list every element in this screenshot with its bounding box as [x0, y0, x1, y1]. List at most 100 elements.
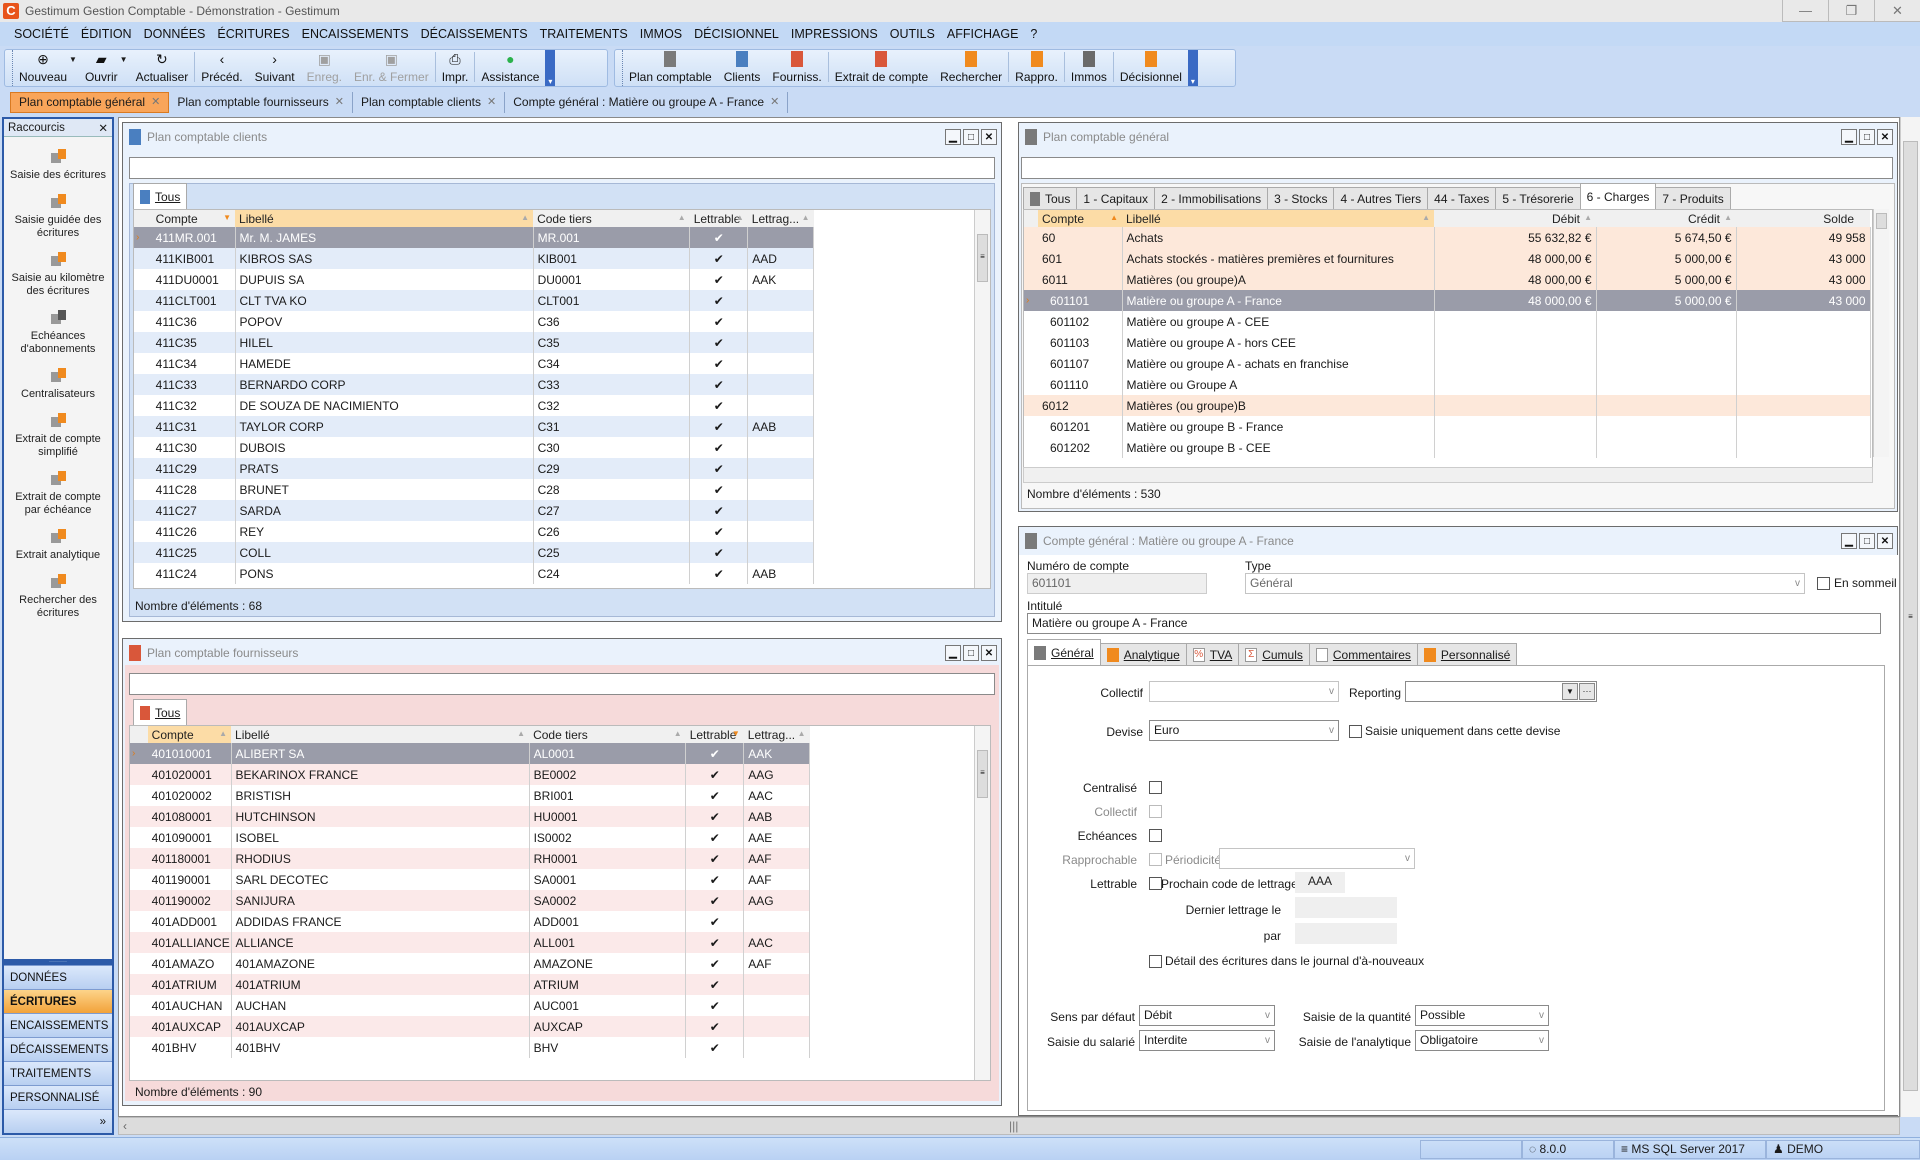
column-header-debit[interactable]: Débit ▲: [1434, 210, 1596, 227]
ouvrir-button[interactable]: ▰ Ouvrir: [79, 50, 124, 86]
nav-encaissements[interactable]: ENCAISSEMENTS: [4, 1013, 112, 1037]
assistance-button[interactable]: ● Assistance: [475, 50, 545, 86]
table-row[interactable]: 401090001 ISOBEL IS0002 ✔ AAE: [130, 827, 810, 848]
menu-impressions[interactable]: IMPRESSIONS: [785, 27, 884, 41]
table-row[interactable]: 411CLT001 CLT TVA KO CLT001 ✔: [134, 290, 814, 311]
immos-button[interactable]: Immos: [1065, 50, 1113, 86]
doc-tab-plan-comptable-fournisseurs[interactable]: Plan comptable fournisseurs ✕: [169, 91, 353, 113]
column-header-compte[interactable]: Compte ▲: [1038, 210, 1122, 227]
dropdown-arrow-icon[interactable]: ▼: [69, 55, 77, 64]
column-header-credit[interactable]: Crédit ▲: [1596, 210, 1736, 227]
menu-encaissements[interactable]: ENCAISSEMENTS: [296, 27, 415, 41]
column-header-libelle[interactable]: Libellé ▲: [231, 726, 530, 743]
table-row[interactable]: › 401010001 ALIBERT SA AL0001 ✔ AAK: [130, 743, 810, 764]
panel-minimize-button[interactable]: ▁: [1841, 533, 1857, 549]
panel-maximize-button[interactable]: □: [963, 129, 979, 145]
doc-tab-plan-comptable-clients[interactable]: Plan comptable clients ✕: [353, 91, 506, 113]
table-row[interactable]: 411KIB001 KIBROS SAS KIB001 ✔ AAD: [134, 248, 814, 269]
panel-maximize-button[interactable]: □: [1859, 129, 1875, 145]
tab-tous[interactable]: Tous: [1023, 187, 1078, 209]
tab-2-immobilisations[interactable]: 2 - Immobilisations: [1154, 187, 1269, 209]
nouveau-button[interactable]: ⊕ Nouveau: [13, 50, 73, 86]
clients-vertical-scrollbar[interactable]: ≡: [974, 210, 990, 588]
actualiser-button[interactable]: ↻ Actualiser: [130, 50, 195, 86]
table-row[interactable]: 401ALLIANCE ALLIANCE ALL001 ✔ AAC: [130, 932, 810, 953]
panel-maximize-button[interactable]: □: [1859, 533, 1875, 549]
echeances-checkbox[interactable]: [1149, 829, 1162, 842]
column-header-solde[interactable]: Solde: [1736, 210, 1870, 227]
collectif-select[interactable]: v: [1149, 681, 1339, 702]
table-row[interactable]: 6012 Matières (ou groupe)B: [1024, 395, 1871, 416]
nav-donnees[interactable]: DONNÉES: [4, 965, 112, 989]
panel-minimize-button[interactable]: ▁: [1841, 129, 1857, 145]
menu-decaissements[interactable]: DÉCAISSEMENTS: [415, 27, 534, 41]
table-row[interactable]: 601202 Matière ou groupe B - CEE: [1024, 437, 1871, 458]
table-row[interactable]: 411C32 DE SOUZA DE NACIMIENTO C32 ✔: [134, 395, 814, 416]
toolbar-overflow-button[interactable]: ▾: [545, 50, 556, 86]
quantite-select[interactable]: Possible v: [1415, 1005, 1549, 1026]
fourniss-button[interactable]: Fourniss.: [766, 50, 827, 86]
tab-1-capitaux[interactable]: 1 - Capitaux: [1076, 187, 1156, 209]
close-tab-icon[interactable]: ✕: [151, 92, 160, 113]
centralise-checkbox[interactable]: [1149, 781, 1162, 794]
nav-traitements[interactable]: TRAITEMENTS: [4, 1061, 112, 1085]
menu-edition[interactable]: ÉDITION: [75, 27, 138, 41]
shortcut-extrait-analytique[interactable]: Extrait analytique: [4, 527, 112, 562]
table-row[interactable]: 601103 Matière ou groupe A - hors CEE: [1024, 332, 1871, 353]
dropdown-arrow-icon[interactable]: ▼: [1562, 683, 1578, 700]
preced-button[interactable]: ‹ Précéd.: [195, 50, 248, 86]
tab-5-tresorerie[interactable]: 5 - Trésorerie: [1495, 187, 1581, 209]
close-tab-icon[interactable]: ✕: [487, 92, 496, 113]
panel-close-button[interactable]: ✕: [1877, 129, 1893, 145]
toolbar-grip[interactable]: [5, 50, 13, 86]
table-row[interactable]: 601110 Matière ou Groupe A: [1024, 374, 1871, 395]
table-row[interactable]: 401020002 BRISTISH BRI001 ✔ AAC: [130, 785, 810, 806]
column-header-lettrag[interactable]: Lettrag... ▲: [747, 210, 814, 227]
reporting-select[interactable]: ▼ ···: [1405, 681, 1597, 702]
general-vertical-scrollbar[interactable]: [1873, 209, 1889, 457]
tab-personnalise[interactable]: Personnalisé: [1416, 643, 1518, 665]
sidebar-close-icon[interactable]: ✕: [98, 121, 108, 135]
table-row[interactable]: 401020001 BEKARINOX FRANCE BE0002 ✔ AAG: [130, 764, 810, 785]
panel-close-button[interactable]: ✕: [1877, 533, 1893, 549]
menu-ecritures[interactable]: ÉCRITURES: [211, 27, 295, 41]
tab-tva[interactable]: % TVA: [1185, 643, 1240, 665]
table-row[interactable]: 401BHV 401BHV BHV ✔: [130, 1037, 810, 1058]
panel-minimize-button[interactable]: ▁: [945, 645, 961, 661]
tab-4-autres-tiers[interactable]: 4 - Autres Tiers: [1333, 187, 1429, 209]
menu-traitements[interactable]: TRAITEMENTS: [534, 27, 634, 41]
table-row[interactable]: 401ADD001 ADDIDAS FRANCE ADD001 ✔: [130, 911, 810, 932]
intitule-input[interactable]: Matière ou groupe A - France: [1027, 613, 1881, 634]
column-header-libelle[interactable]: Libellé ▲: [1122, 210, 1434, 227]
column-header-code-tiers[interactable]: Code tiers ▲: [529, 726, 686, 743]
panel-maximize-button[interactable]: □: [963, 645, 979, 661]
type-select[interactable]: Général v: [1245, 573, 1805, 594]
tab-tous[interactable]: Tous: [133, 699, 188, 725]
workspace-horizontal-scrollbar[interactable]: ‹ |||: [118, 1117, 1900, 1135]
restore-button[interactable]: ❐: [1828, 0, 1874, 22]
tab-cumuls[interactable]: Σ Cumuls: [1238, 643, 1310, 665]
menu-affichage[interactable]: AFFICHAGE: [941, 27, 1025, 41]
toolbar-overflow-button[interactable]: ▾: [1187, 50, 1198, 86]
table-row[interactable]: 6011 Matières (ou groupe)A 48 000,00 €5 00…: [1024, 269, 1871, 290]
tab-6-charges[interactable]: 6 - Charges: [1579, 183, 1657, 209]
close-tab-icon[interactable]: ✕: [770, 92, 779, 113]
column-header-compte[interactable]: Compte ▲: [147, 726, 232, 743]
workspace-vertical-scrollbar[interactable]: ≡: [1900, 117, 1920, 1117]
rechercher-button[interactable]: Rechercher: [934, 50, 1008, 86]
table-row[interactable]: 401AUCHAN AUCHAN AUC001 ✔: [130, 995, 810, 1016]
tab-tous[interactable]: Tous: [133, 183, 188, 209]
table-row[interactable]: 401180001 RHODIUS RH0001 ✔ AAF: [130, 848, 810, 869]
suppliers-vertical-scrollbar[interactable]: ≡: [974, 726, 990, 1080]
table-row[interactable]: 411C36 POPOV C36 ✔: [134, 311, 814, 332]
table-row[interactable]: 411C29 PRATS C29 ✔: [134, 458, 814, 479]
collectif2-checkbox[interactable]: [1149, 805, 1162, 818]
devise-select[interactable]: Euro v: [1149, 720, 1339, 741]
sens-select[interactable]: Débit v: [1139, 1005, 1275, 1026]
minimize-button[interactable]: —: [1782, 0, 1828, 22]
panel-minimize-button[interactable]: ▁: [945, 129, 961, 145]
table-row[interactable]: 601102 Matière ou groupe A - CEE: [1024, 311, 1871, 332]
dropdown-arrow-icon[interactable]: ▼: [120, 55, 128, 64]
shortcut-saisie-des-ecritures[interactable]: Saisie des écritures: [4, 147, 112, 182]
table-row[interactable]: 401190001 SARL DECOTEC SA0001 ✔ AAF: [130, 869, 810, 890]
